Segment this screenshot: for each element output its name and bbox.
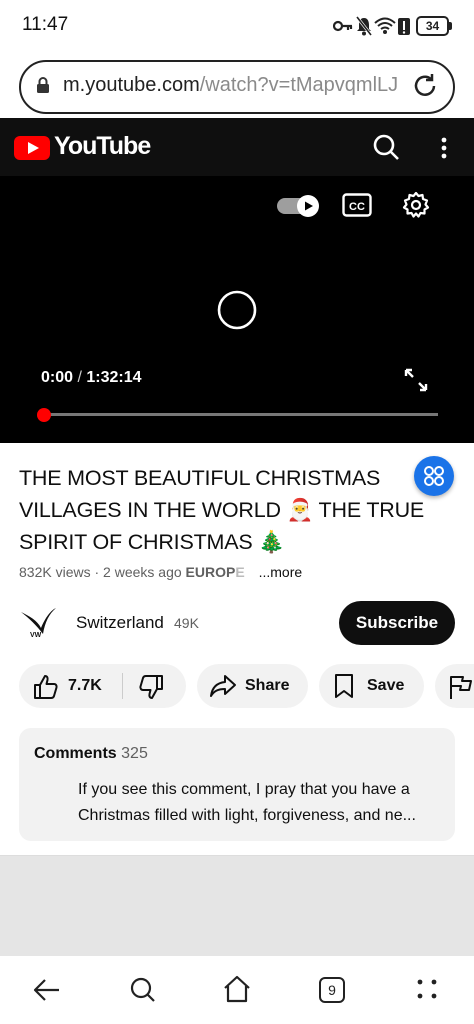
menu-dots-icon[interactable] — [416, 978, 438, 1000]
comments-header: Comments 325 — [34, 745, 148, 763]
location-tag-fade: E — [235, 564, 245, 580]
reload-icon[interactable] — [410, 71, 440, 101]
like-count[interactable]: 7.7K — [68, 677, 102, 695]
tabs-icon[interactable]: 9 — [319, 977, 345, 1003]
brand-wordmark[interactable]: YouTube — [54, 132, 151, 161]
channel-avatar[interactable]: VW — [19, 604, 57, 642]
view-count: 832K views — [19, 564, 91, 580]
video-meta[interactable]: 832K views · 2 weeks ago EUROPE ...more — [19, 564, 302, 580]
back-icon[interactable] — [33, 977, 61, 1003]
status-time: 11:47 — [22, 14, 69, 35]
scrubber-handle[interactable] — [37, 408, 51, 422]
svg-text:CC: CC — [349, 201, 365, 213]
search-icon[interactable] — [372, 133, 400, 161]
more-link[interactable]: ...more — [259, 564, 303, 580]
comments-title: Comments — [34, 745, 117, 762]
page-empty-area — [0, 856, 474, 956]
fullscreen-icon[interactable] — [403, 367, 429, 393]
floating-action-button[interactable] — [414, 456, 454, 496]
time-display: 0:00 / 1:32:14 — [41, 369, 142, 387]
wifi-icon — [374, 17, 396, 34]
current-time: 0:00 — [41, 369, 74, 386]
share-label: Share — [245, 677, 290, 694]
like-icon[interactable] — [33, 674, 59, 700]
progress-track[interactable] — [44, 413, 438, 416]
loading-spinner-icon — [217, 290, 257, 330]
url-path: /watch?v=tMapvqmlLJ — [199, 74, 399, 96]
video-title[interactable]: THE MOST BEAUTIFUL CHRISTMAS VILLAGES IN… — [19, 462, 429, 558]
top-comment: If you see this comment, I pray that you… — [78, 781, 416, 824]
location-tag: EUROP — [185, 564, 236, 580]
upload-age: · 2 weeks ago — [94, 564, 182, 580]
url-text[interactable]: m.youtube.com/watch?v=tMapvqmlLJ — [63, 74, 399, 97]
more-vert-icon[interactable] — [440, 136, 448, 160]
lock-icon — [37, 77, 49, 93]
duration: 1:32:14 — [86, 369, 142, 386]
home-icon[interactable] — [222, 975, 252, 1003]
comments-count: 325 — [121, 745, 148, 762]
svg-text:VW: VW — [30, 632, 42, 639]
mute-icon — [356, 16, 372, 36]
youtube-logo-icon[interactable] — [14, 136, 50, 160]
subscribe-button[interactable]: Subscribe — [339, 601, 455, 645]
subscriber-count: 49K — [174, 615, 199, 631]
time-separator: / — [73, 369, 87, 386]
battery-saver-icon — [398, 18, 410, 35]
autoplay-toggle-icon[interactable] — [277, 194, 321, 218]
battery-tip — [449, 22, 452, 30]
apps-grid-icon — [424, 466, 444, 486]
save-label: Save — [367, 677, 405, 694]
dislike-icon[interactable] — [138, 674, 164, 700]
share-icon — [210, 675, 236, 697]
pill-divider — [122, 673, 123, 699]
url-host: m.youtube.com — [63, 74, 200, 96]
flag-icon — [450, 676, 472, 699]
save-icon — [335, 674, 353, 698]
vpn-key-icon — [333, 20, 353, 32]
divider — [0, 855, 474, 856]
battery-icon: 34 — [416, 16, 449, 36]
channel-name[interactable]: Switzerland — [76, 613, 164, 633]
settings-gear-icon[interactable] — [402, 191, 430, 219]
search-icon[interactable] — [129, 976, 157, 1004]
captions-icon[interactable]: CC — [342, 193, 372, 217]
